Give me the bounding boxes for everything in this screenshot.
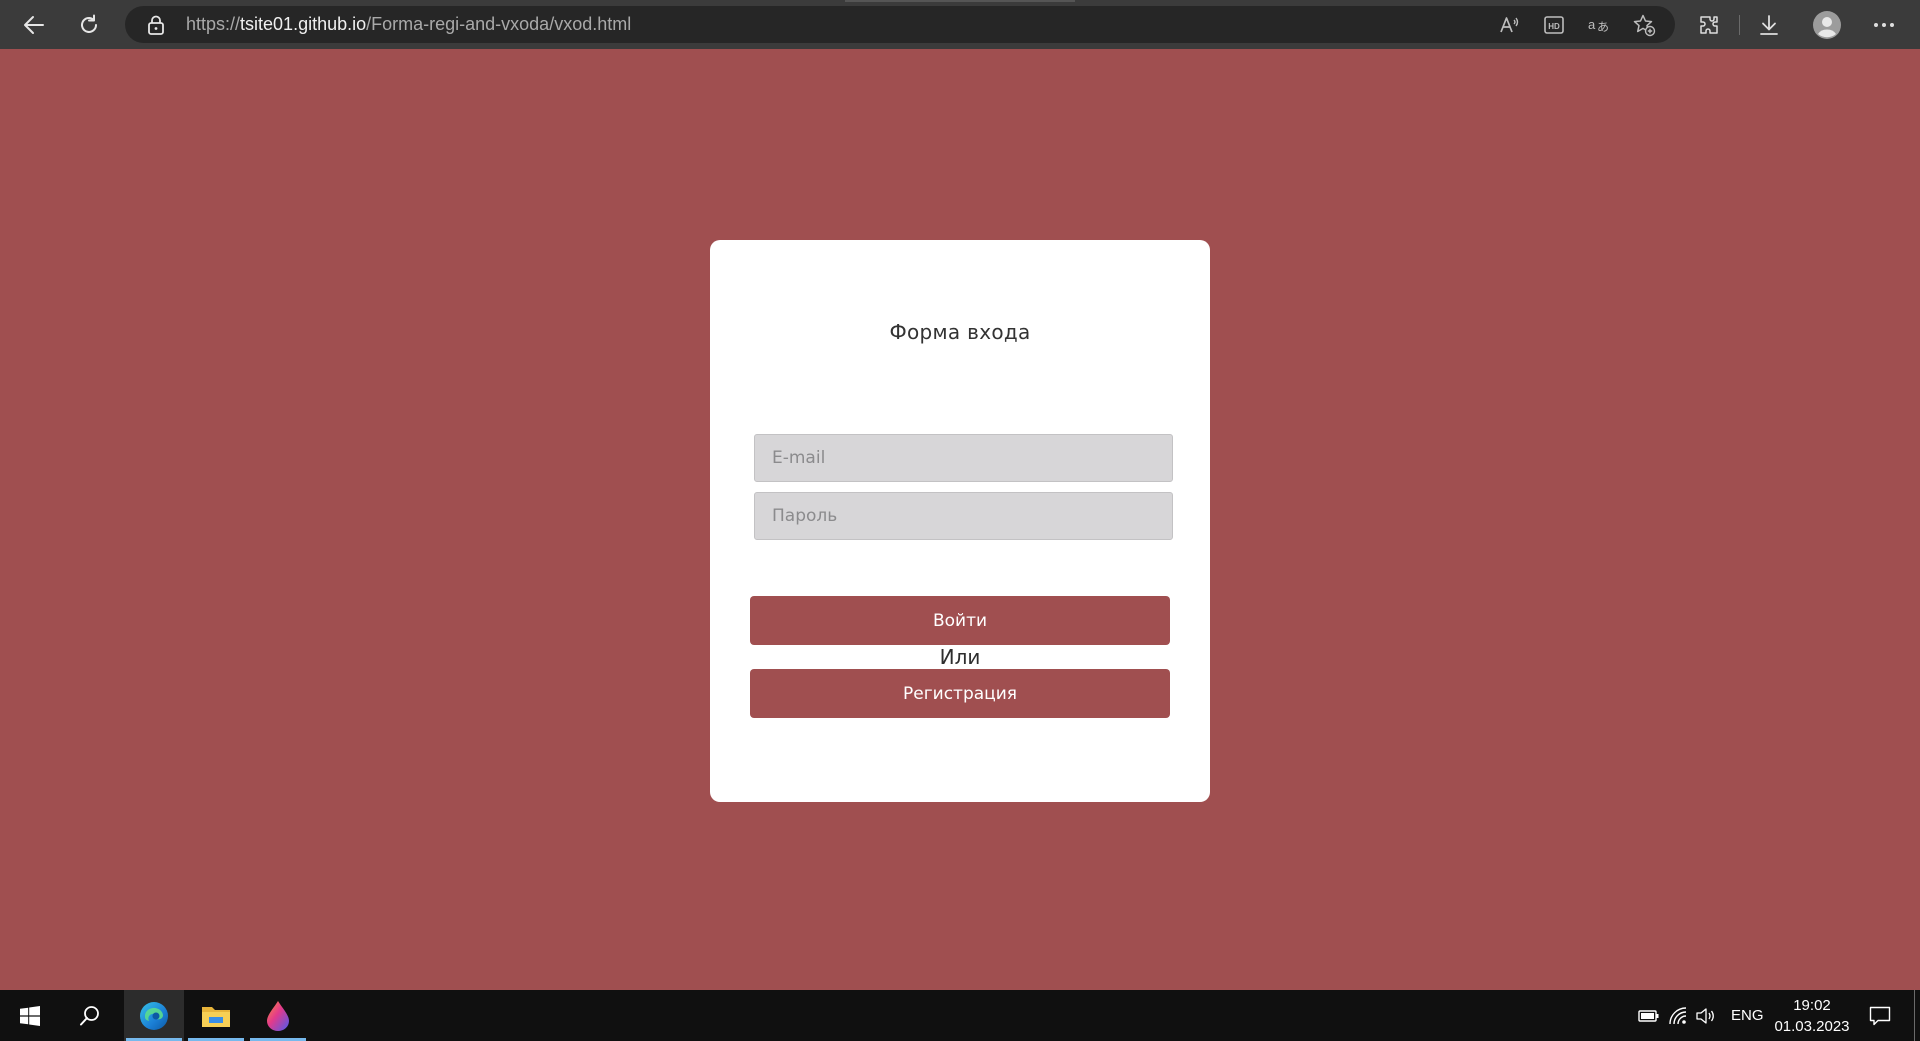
clock-date: 01.03.2023 <box>1774 1018 1850 1035</box>
lock-icon[interactable] <box>147 15 165 35</box>
or-separator: Или <box>939 645 981 669</box>
url-host: tsite01.github.io <box>240 14 367 34</box>
read-aloud-icon[interactable] <box>1497 13 1521 37</box>
toolbar-divider <box>1739 15 1740 35</box>
address-bar[interactable]: https://tsite01.github.io/Forma-regi-and… <box>125 6 1675 43</box>
extensions-icon[interactable] <box>1695 11 1723 39</box>
email-field[interactable] <box>754 434 1173 482</box>
refresh-icon <box>81 14 97 33</box>
battery-icon[interactable] <box>1637 1004 1661 1028</box>
taskbar: ENG 19:02 01.03.2023 <box>0 990 1920 1041</box>
svg-text:HD: HD <box>1548 22 1560 31</box>
volume-icon[interactable] <box>1694 1004 1718 1028</box>
url-scheme: https:// <box>186 14 241 34</box>
network-icon[interactable] <box>1666 1004 1690 1028</box>
refresh-button[interactable] <box>73 9 105 41</box>
translate-icon[interactable]: a あ <box>1587 13 1611 37</box>
search-button[interactable] <box>60 990 120 1041</box>
hd-video-icon[interactable]: HD <box>1542 13 1566 37</box>
more-menu-icon[interactable] <box>1870 11 1898 39</box>
file-explorer-icon <box>202 1006 230 1027</box>
tab-indicator <box>845 0 1075 2</box>
password-field[interactable] <box>754 492 1173 540</box>
notifications-button[interactable] <box>1862 990 1898 1041</box>
url-text[interactable]: https://tsite01.github.io/Forma-regi-and… <box>186 6 631 43</box>
search-icon <box>80 1005 99 1025</box>
clock[interactable]: 19:02 01.03.2023 <box>1772 995 1852 1037</box>
login-card: Форма входа Войти Или Регистрация <box>710 240 1210 802</box>
show-desktop-button[interactable] <box>1914 990 1915 1041</box>
taskbar-paint-app[interactable] <box>248 990 308 1041</box>
start-icon <box>20 1005 40 1026</box>
back-arrow-icon <box>24 16 44 34</box>
start-button[interactable] <box>0 990 60 1041</box>
browser-toolbar: https://tsite01.github.io/Forma-regi-and… <box>0 0 1920 49</box>
language-indicator[interactable]: ENG <box>1731 990 1764 1041</box>
paint-app-icon <box>267 1000 289 1031</box>
edge-browser-icon <box>140 1001 168 1030</box>
taskbar-file-explorer[interactable] <box>186 990 246 1041</box>
notification-icon <box>1869 1006 1891 1025</box>
svg-text:あ: あ <box>1597 20 1609 34</box>
login-button[interactable]: Войти <box>750 596 1170 645</box>
download-icon[interactable] <box>1755 11 1783 39</box>
add-favorite-icon[interactable] <box>1632 13 1656 37</box>
back-button[interactable] <box>18 9 50 41</box>
profile-avatar-icon[interactable] <box>1813 11 1841 39</box>
register-button[interactable]: Регистрация <box>750 669 1170 718</box>
svg-text:a: a <box>1588 17 1596 32</box>
taskbar-edge[interactable] <box>124 990 184 1041</box>
form-title: Форма входа <box>889 320 1031 344</box>
url-path: /Forma-regi-and-vxoda/vxod.html <box>366 14 632 34</box>
clock-time: 19:02 <box>1793 997 1831 1014</box>
